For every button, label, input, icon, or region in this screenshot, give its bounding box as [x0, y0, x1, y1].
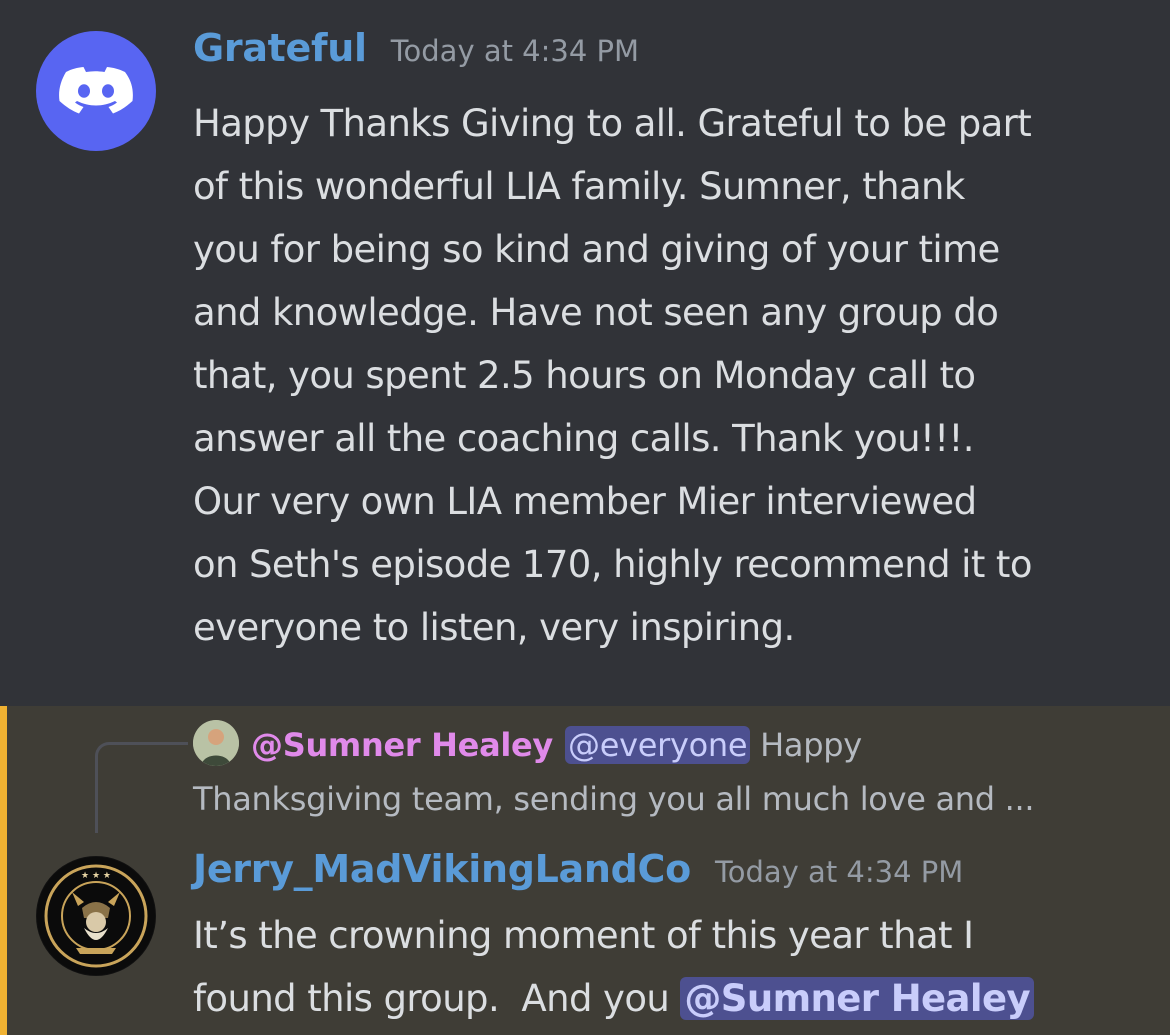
- message-line: you for being so kind and giving of your…: [193, 228, 1000, 271]
- timestamp[interactable]: Today at 4:34 PM: [715, 855, 963, 889]
- message-line: on Seth's episode 170, highly recommend …: [193, 543, 1032, 586]
- user-avatar[interactable]: [36, 31, 156, 151]
- user-mention[interactable]: @Sumner Healey: [680, 977, 1035, 1020]
- message-header: Grateful Today at 4:34 PM: [193, 26, 639, 70]
- message-line: that, you spent 2.5 hours on Monday call…: [193, 354, 976, 397]
- message-line: Our very own LIA member Mier interviewed: [193, 480, 977, 523]
- reply-text: Thanksgiving team, sending you all much …: [193, 780, 1035, 818]
- message-jerry: @Sumner Healey @everyone Happy Thanksgivi…: [0, 706, 1170, 1035]
- svg-text:★ ★ ★: ★ ★ ★: [81, 871, 111, 881]
- reply-connector: [95, 742, 188, 833]
- message-grateful: Grateful Today at 4:34 PM Happy Thanks G…: [0, 0, 1170, 706]
- message-line: everyone to listen, very inspiring.: [193, 606, 795, 649]
- message-text: found this group. And you: [193, 977, 681, 1020]
- user-avatar[interactable]: ★ ★ ★: [36, 856, 156, 976]
- everyone-mention[interactable]: @everyone: [565, 726, 751, 764]
- message-line: of this wonderful LIA family. Sumner, th…: [193, 165, 965, 208]
- profile-photo-icon: [193, 720, 239, 766]
- message-content: Happy Thanks Giving to all. Grateful to …: [193, 92, 1153, 659]
- author-name[interactable]: Jerry_MadVikingLandCo: [193, 847, 691, 891]
- reply-text: Happy: [750, 726, 862, 764]
- reply-avatar[interactable]: [193, 720, 239, 766]
- message-line: and knowledge. Have not seen any group d…: [193, 291, 999, 334]
- message-line: It’s the crowning moment of this year th…: [193, 914, 974, 957]
- message-header: Jerry_MadVikingLandCo Today at 4:34 PM: [193, 847, 963, 891]
- message-content: It’s the crowning moment of this year th…: [193, 904, 1153, 1030]
- timestamp[interactable]: Today at 4:34 PM: [391, 34, 639, 68]
- viking-badge-icon: ★ ★ ★: [37, 857, 155, 975]
- author-name[interactable]: Grateful: [193, 26, 367, 70]
- mention-highlight-bar: [0, 706, 7, 1035]
- message-line: answer all the coaching calls. Thank you…: [193, 417, 974, 460]
- discord-logo-icon: [59, 67, 133, 114]
- reply-author[interactable]: @Sumner Healey: [251, 726, 553, 764]
- message-line: Happy Thanks Giving to all. Grateful to …: [193, 102, 1032, 145]
- message-line: found this group. And you @Sumner Healey: [193, 967, 1153, 1030]
- reply-preview[interactable]: @Sumner Healey @everyone Happy Thanksgivi…: [193, 718, 1153, 826]
